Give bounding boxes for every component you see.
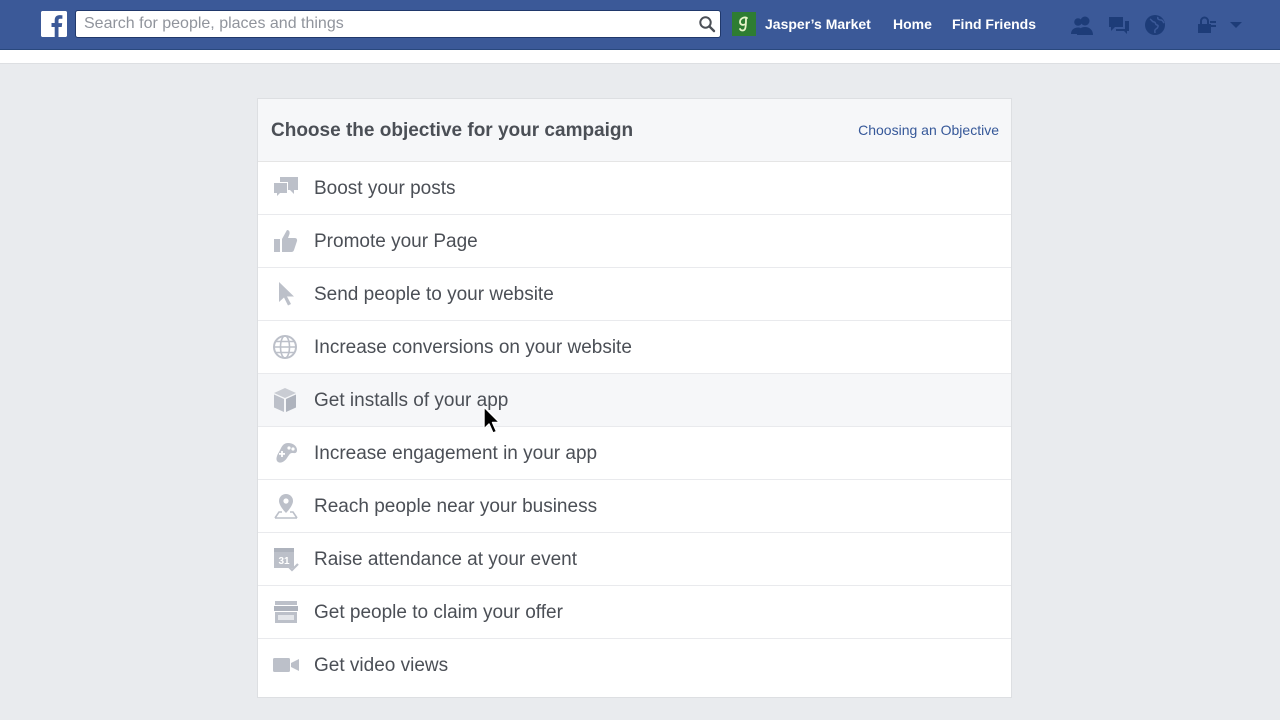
objective-app-engagement[interactable]: Increase engagement in your app	[258, 427, 1011, 480]
panel-header: Choose the objective for your campaign C…	[258, 99, 1011, 162]
friend-requests-icon[interactable]	[1069, 13, 1093, 37]
app-box-icon	[272, 387, 300, 413]
objective-boost-posts[interactable]: Boost your posts	[258, 162, 1011, 215]
objective-label: Send people to your website	[314, 284, 554, 305]
objective-offer-claims[interactable]: Get people to claim your offer	[258, 586, 1011, 639]
privacy-lock-icon[interactable]	[1195, 13, 1219, 37]
pointer-arrow-icon	[272, 281, 300, 307]
objective-list: Boost your posts Promote your Page Send …	[258, 162, 1011, 692]
objective-label: Get people to claim your offer	[314, 602, 563, 623]
search-icon[interactable]	[698, 15, 716, 33]
objective-event-responses[interactable]: 31 Raise attendance at your event	[258, 533, 1011, 586]
objective-website-conversions[interactable]: Increase conversions on your website	[258, 321, 1011, 374]
account-menu-chevron-icon[interactable]	[1226, 13, 1250, 37]
find-friends-link[interactable]: Find Friends	[952, 16, 1036, 32]
facebook-logo-icon[interactable]	[41, 11, 67, 37]
top-navigation-bar: Jasper’s Market Home Find Friends	[0, 0, 1280, 50]
panel-title: Choose the objective for your campaign	[271, 120, 634, 141]
page-avatar[interactable]	[732, 12, 756, 36]
objective-website-clicks[interactable]: Send people to your website	[258, 268, 1011, 321]
objective-video-views[interactable]: Get video views	[258, 639, 1011, 692]
search-bar[interactable]	[75, 10, 721, 38]
objective-label: Increase engagement in your app	[314, 443, 598, 464]
gamepad-icon	[272, 440, 300, 466]
video-camera-icon	[272, 652, 300, 678]
globe-icon	[272, 334, 300, 360]
notifications-globe-icon[interactable]	[1143, 13, 1167, 37]
objective-label: Promote your Page	[314, 231, 478, 252]
thumbs-up-icon	[272, 228, 300, 254]
search-input[interactable]	[84, 14, 684, 34]
campaign-objective-panel: Choose the objective for your campaign C…	[257, 98, 1012, 698]
choosing-objective-help-link[interactable]: Choosing an Objective	[858, 122, 999, 138]
speech-bubbles-icon	[272, 175, 300, 201]
objective-promote-page[interactable]: Promote your Page	[258, 215, 1011, 268]
svg-text:31: 31	[278, 556, 290, 567]
calendar-icon: 31	[272, 546, 300, 572]
storefront-icon	[272, 599, 300, 625]
objective-app-installs[interactable]: Get installs of your app	[258, 374, 1011, 427]
objective-label: Reach people near your business	[314, 496, 598, 517]
objective-local-awareness[interactable]: Reach people near your business	[258, 480, 1011, 533]
secondary-bar	[0, 50, 1280, 64]
objective-label: Boost your posts	[314, 178, 456, 199]
objective-label: Raise attendance at your event	[314, 549, 578, 570]
page-name-link[interactable]: Jasper’s Market	[765, 16, 871, 32]
home-link[interactable]: Home	[893, 16, 932, 32]
map-pin-icon	[272, 493, 300, 519]
messages-icon[interactable]	[1106, 13, 1130, 37]
objective-label: Get video views	[314, 655, 449, 676]
objective-label: Increase conversions on your website	[314, 337, 632, 358]
objective-label: Get installs of your app	[314, 390, 509, 411]
